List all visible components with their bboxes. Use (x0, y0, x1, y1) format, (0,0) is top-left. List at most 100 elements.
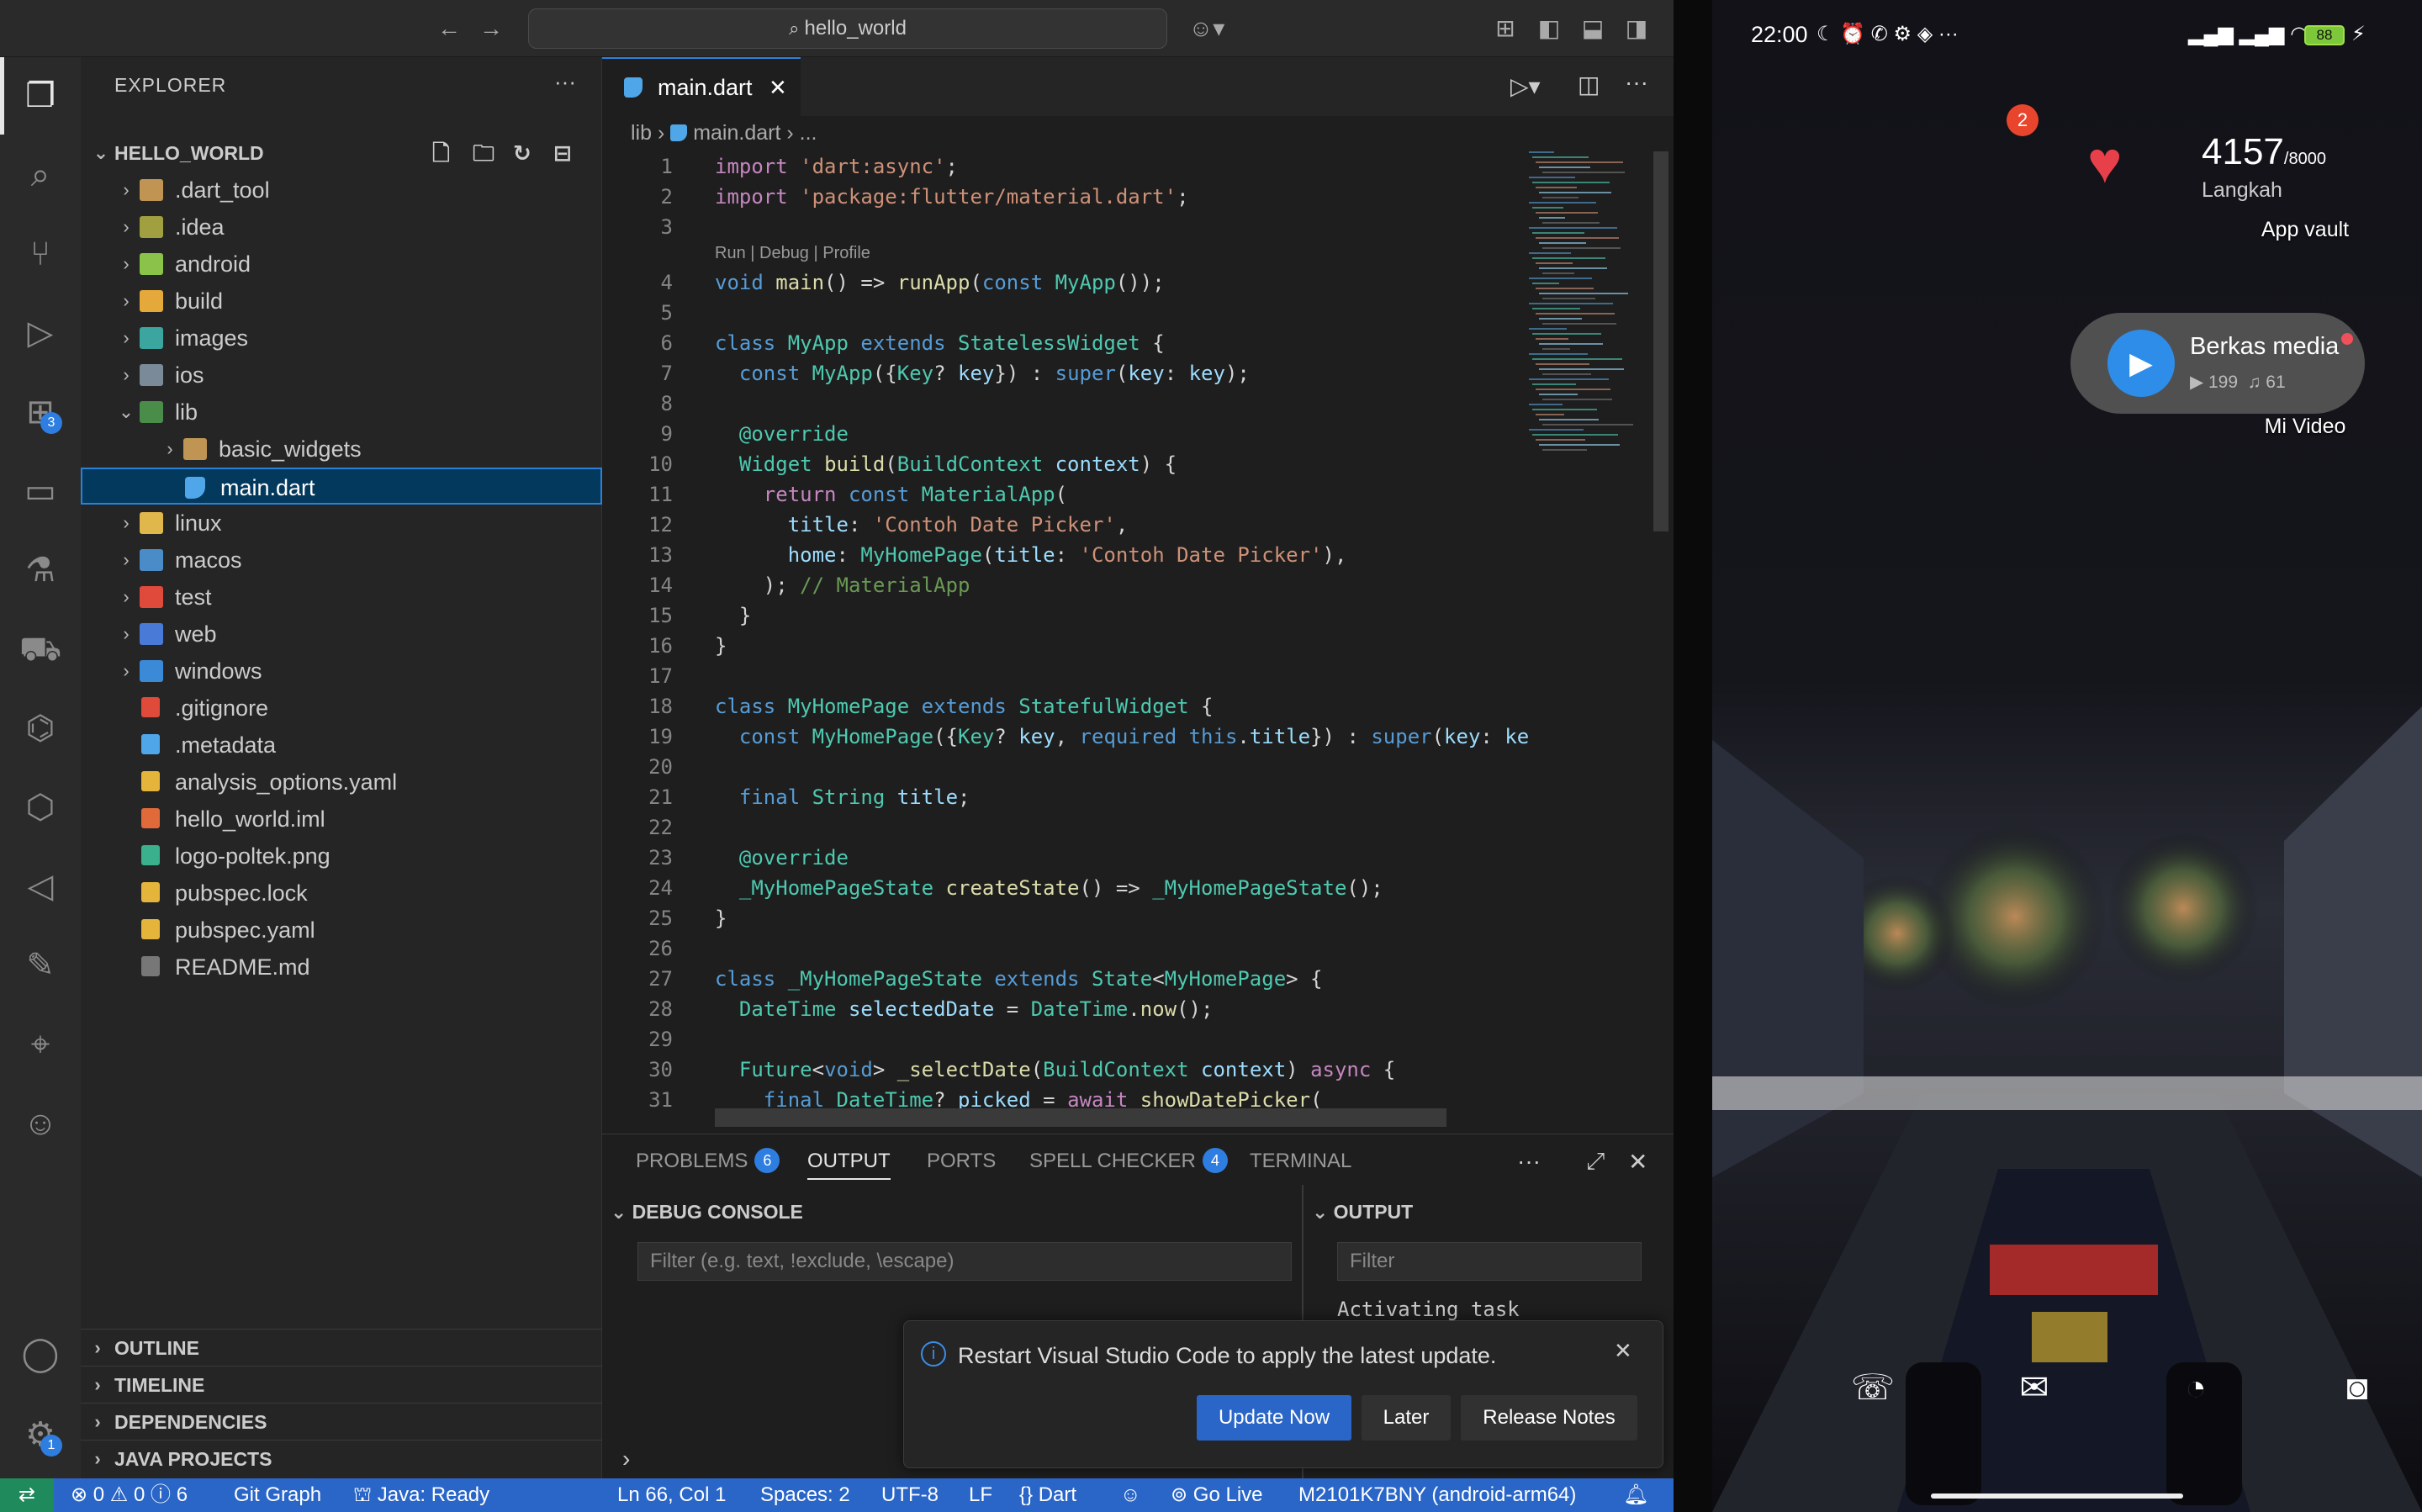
edit-icon[interactable]: ✎ (15, 940, 66, 991)
code-line[interactable]: 25} (602, 903, 1519, 933)
later-button[interactable]: Later (1362, 1395, 1451, 1441)
code-line[interactable]: 15 } (602, 600, 1519, 631)
docker-icon[interactable]: ⛟ (15, 624, 66, 674)
line-ending[interactable]: LF (969, 1478, 992, 1512)
tree-item[interactable]: › images (81, 320, 602, 357)
chevron-right-icon[interactable]: › (116, 172, 136, 209)
forward-arrow-icon[interactable]: → (478, 15, 505, 42)
extensions-icon[interactable]: ⊞ 3 (15, 387, 66, 437)
tree-item[interactable]: › linux (81, 505, 602, 542)
indentation[interactable]: Spaces: 2 (760, 1478, 850, 1512)
browser-icon[interactable]: ◔ (2162, 1354, 2229, 1421)
horizontal-scrollbar[interactable] (715, 1108, 1446, 1127)
chevron-right-icon[interactable]: › (116, 209, 136, 246)
tree-item[interactable]: › .dart_tool (81, 172, 602, 209)
split-editor-icon[interactable]: ◫ (1578, 71, 1600, 98)
tree-item[interactable]: › .idea (81, 209, 602, 246)
breadcrumb-symbol[interactable]: ... (800, 121, 817, 145)
code-line[interactable]: 10 Widget build(BuildContext context) { (602, 449, 1519, 479)
tree-item[interactable]: › web (81, 616, 602, 653)
breadcrumb-lib[interactable]: lib (631, 121, 652, 145)
python-icon[interactable]: ⌬ (15, 703, 66, 753)
code-line[interactable]: 19 const MyHomePage({Key? key, required … (602, 722, 1529, 752)
steps-widget[interactable]: ♥ 4157/8000 Langkah (2087, 126, 2365, 244)
output-filter-input[interactable]: Filter (1337, 1242, 1642, 1281)
encoding[interactable]: UTF-8 (881, 1478, 939, 1512)
tree-item[interactable]: pubspec.lock (81, 875, 602, 912)
remote-icon[interactable]: ⇄ (0, 1478, 54, 1512)
chevron-right-icon[interactable]: › (160, 431, 180, 468)
debug-console-header[interactable]: ⌄ DEBUG CONSOLE (611, 1193, 803, 1230)
panel-tab[interactable]: PORTS (927, 1145, 996, 1178)
panel-more-icon[interactable]: ··· (1517, 1148, 1541, 1175)
code-line[interactable]: 8 (602, 389, 1519, 419)
copilot-icon[interactable]: ☺▾ (1186, 15, 1228, 42)
panel-tab[interactable]: SPELL CHECKER 4 (1029, 1145, 1228, 1178)
tree-item[interactable]: › test (81, 579, 602, 616)
source-control-icon[interactable]: ⑂ (15, 229, 66, 279)
panel-tab[interactable]: TERMINAL (1250, 1145, 1351, 1178)
toggle-panel-icon[interactable]: ⬓ (1579, 15, 1606, 42)
debug-filter-input[interactable]: Filter (e.g. text, !exclude, \escape) (637, 1242, 1292, 1281)
inspect-icon[interactable]: ⌖ (15, 1019, 66, 1070)
code-line[interactable]: 18 class MyHomePage extends StatefulWidge… (602, 691, 1519, 722)
toggle-secondary-sidebar-icon[interactable]: ◨ (1623, 15, 1650, 42)
code-line[interactable]: 11 return const MaterialApp( (602, 479, 1519, 510)
section-dependencies[interactable]: › DEPENDENCIES (81, 1403, 602, 1440)
device-status[interactable]: M2101K7BNY (android-arm64) (1298, 1478, 1576, 1512)
code-line[interactable]: 17 (602, 661, 1519, 691)
chevron-down-icon[interactable]: ⌄ (116, 394, 136, 431)
panel-tab[interactable]: PROBLEMS 6 (636, 1145, 780, 1178)
code-line[interactable]: 3 (602, 212, 1519, 242)
editor-more-icon[interactable]: ··· (1625, 69, 1648, 96)
close-panel-icon[interactable]: ✕ (1628, 1148, 1647, 1176)
code-line[interactable]: 16} (602, 631, 1519, 661)
packages-icon[interactable]: ⬡ (15, 782, 66, 833)
release-notes-button[interactable]: Release Notes (1461, 1395, 1637, 1441)
git-graph-status[interactable]: Git Graph (234, 1478, 321, 1512)
code-line[interactable]: 28 DateTime selectedDate = DateTime.now(… (602, 994, 1519, 1024)
chevron-right-icon[interactable]: › (116, 579, 136, 616)
tree-item[interactable]: › ios (81, 357, 602, 394)
tab-main-dart[interactable]: main.dart ✕ (602, 57, 801, 116)
go-live-status[interactable]: ⊚ Go Live (1171, 1478, 1263, 1512)
minimap[interactable] (1524, 151, 1650, 505)
chevron-right-icon[interactable]: › (116, 653, 136, 690)
refresh-icon[interactable]: ↻ (513, 135, 531, 172)
maximize-panel-icon[interactable]: ⤢ (1586, 1148, 1605, 1176)
code-line[interactable]: 22 (602, 812, 1519, 843)
tree-item[interactable]: pubspec.yaml (81, 912, 602, 949)
code-line[interactable]: 4 void main() => runApp(const MyApp()); (602, 267, 1519, 298)
code-line[interactable]: 26 (602, 933, 1519, 964)
chevron-right-icon[interactable]: › (116, 505, 136, 542)
problems-status[interactable]: ⊗ 0 ⚠ 0 ⓘ 6 (71, 1478, 188, 1512)
copilot-chat-icon[interactable]: ☺ (15, 1098, 66, 1149)
tree-item[interactable]: .metadata (81, 727, 602, 764)
search-icon[interactable]: ⌕ (15, 150, 66, 200)
close-tab-icon[interactable]: ✕ (769, 59, 787, 116)
code-line[interactable]: 5 (602, 298, 1519, 328)
code-line[interactable]: 24 _MyHomePageState createState() => _My… (602, 873, 1519, 903)
code-line[interactable]: 30 Future<void> _selectDate(BuildContext… (602, 1055, 1519, 1085)
new-file-icon[interactable]: 🗋 (432, 135, 450, 172)
tree-item[interactable]: ⌄ lib (81, 394, 602, 431)
notifications-bell-icon[interactable]: 🔔︎ (1623, 1478, 1648, 1512)
media-widget[interactable]: ▶ Berkas media ▶ 199 ♫ 61 (2070, 313, 2365, 414)
tree-item[interactable]: logo-poltek.png (81, 838, 602, 875)
tree-item[interactable]: analysis_options.yaml (81, 764, 602, 801)
tree-item[interactable]: README.md (81, 949, 602, 986)
testing-icon[interactable]: ⚗ (15, 545, 66, 595)
tree-item[interactable]: main.dart (81, 468, 602, 505)
camera-icon[interactable]: ◙ (2324, 1354, 2391, 1421)
code-line[interactable]: 1 import 'dart:async'; (602, 151, 1519, 182)
codelens-run-debug[interactable]: Run | Debug | Profile (715, 244, 870, 263)
code-line[interactable]: 6 class MyApp extends StatelessWidget { (602, 328, 1519, 358)
remote-explorer-icon[interactable]: ▭ (15, 466, 66, 516)
tree-item[interactable]: › windows (81, 653, 602, 690)
flutter-icon[interactable]: ◁ (15, 861, 66, 912)
chevron-right-icon[interactable]: › (116, 357, 136, 394)
code-line[interactable]: 12 title: 'Contoh Date Picker', (602, 510, 1519, 540)
tree-item[interactable]: › android (81, 246, 602, 283)
tree-item[interactable]: › macos (81, 542, 602, 579)
code-line[interactable]: 20 (602, 752, 1519, 782)
